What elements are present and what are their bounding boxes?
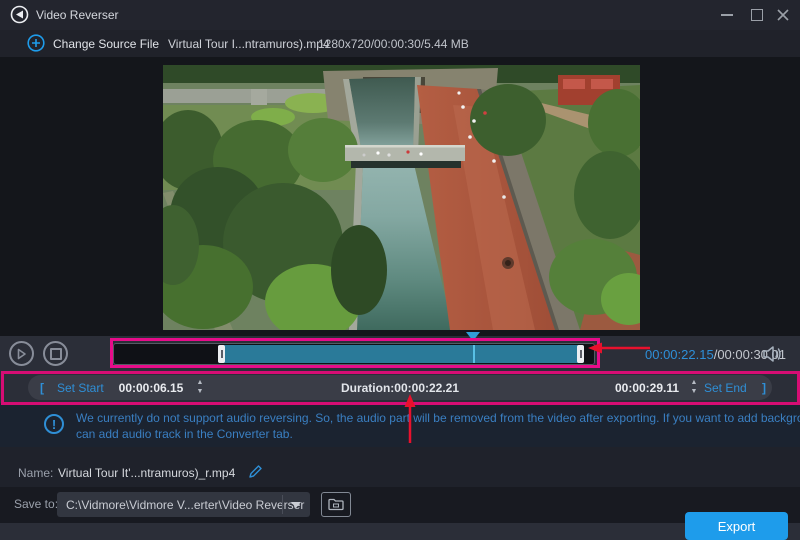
source-filename: Virtual Tour I...ntramuros).mp4 xyxy=(168,37,330,51)
output-panel: Name: Virtual Tour It'...ntramuros)_r.mp… xyxy=(0,447,800,523)
app-title: Video Reverser xyxy=(36,8,119,22)
stepper-down-icon[interactable]: ▼ xyxy=(691,387,698,396)
trim-pill: [ Set Start 00:00:06.15 ▲ ▼ Duration:00:… xyxy=(28,375,772,400)
end-time-field[interactable]: 00:00:29.11 xyxy=(608,381,686,395)
handle-notch xyxy=(580,350,582,358)
info-icon: ! xyxy=(44,414,64,434)
save-path-value: C:\Vidmore\Vidmore V...erter\Video Rever… xyxy=(66,498,304,512)
trim-bar: [ Set Start 00:00:06.15 ▲ ▼ Duration:00:… xyxy=(0,372,800,403)
minimize-icon xyxy=(721,14,733,16)
stop-icon xyxy=(50,348,62,360)
play-icon xyxy=(16,348,27,360)
video-reverser-window: Video Reverser Change Source File Virtua… xyxy=(0,0,800,523)
video-frame-aerial-intramuros xyxy=(163,65,640,330)
save-path-select[interactable]: C:\Vidmore\Vidmore V...erter\Video Rever… xyxy=(57,492,310,517)
notice-line-1: We currently do not support audio revers… xyxy=(76,410,800,426)
folder-icon xyxy=(328,498,344,511)
export-button[interactable]: Export xyxy=(685,512,788,540)
current-time: 00:00:22.15 xyxy=(645,347,714,362)
video-stage xyxy=(0,57,800,336)
volume-icon[interactable] xyxy=(760,342,784,366)
play-button[interactable] xyxy=(9,341,34,366)
save-to-label: Save to: xyxy=(14,497,58,511)
name-label: Name: xyxy=(18,466,53,480)
end-bracket: ] xyxy=(762,381,766,395)
edit-name-icon[interactable] xyxy=(247,464,263,480)
playhead-marker[interactable] xyxy=(466,332,480,341)
source-toolbar: Change Source File Virtual Tour I...ntra… xyxy=(0,30,800,57)
title-bar: Video Reverser xyxy=(0,0,800,31)
app-logo-icon xyxy=(10,5,29,24)
close-icon xyxy=(776,8,790,22)
timeline-selection[interactable] xyxy=(218,345,584,363)
notice-bar: ! We currently do not support audio reve… xyxy=(0,403,800,447)
output-name-value: Virtual Tour It'...ntramuros)_r.mp4 xyxy=(58,466,235,480)
set-end-button[interactable]: Set End xyxy=(704,381,747,395)
notice-text: We currently do not support audio revers… xyxy=(76,410,800,442)
playhead-line xyxy=(473,345,475,363)
handle-notch xyxy=(221,350,223,358)
trim-end-handle[interactable] xyxy=(577,345,584,363)
player-controls: 00:00:22.15/00:00:30.01 xyxy=(0,336,800,372)
timeline-track[interactable] xyxy=(113,343,595,365)
end-time-stepper: ▲ ▼ xyxy=(688,378,700,396)
video-preview xyxy=(163,65,640,330)
dropdown-arrow-icon[interactable] xyxy=(291,502,301,508)
stop-button[interactable] xyxy=(43,341,68,366)
trim-start-handle[interactable] xyxy=(218,345,225,363)
select-divider xyxy=(282,495,283,514)
notice-line-2: can add audio track in the Converter tab… xyxy=(76,426,800,442)
add-source-icon[interactable] xyxy=(27,34,45,52)
change-source-file-button[interactable]: Change Source File xyxy=(53,37,159,51)
maximize-icon xyxy=(751,9,763,21)
browse-folder-button[interactable] xyxy=(321,492,351,517)
source-file-info: 1280x720/00:00:30/5.44 MB xyxy=(318,37,469,51)
close-button[interactable] xyxy=(768,0,798,30)
minimize-button[interactable] xyxy=(712,0,742,30)
save-to-row: Save to: C:\Vidmore\Vidmore V...erter\Vi… xyxy=(0,487,800,523)
stepper-up-icon[interactable]: ▲ xyxy=(691,378,698,387)
